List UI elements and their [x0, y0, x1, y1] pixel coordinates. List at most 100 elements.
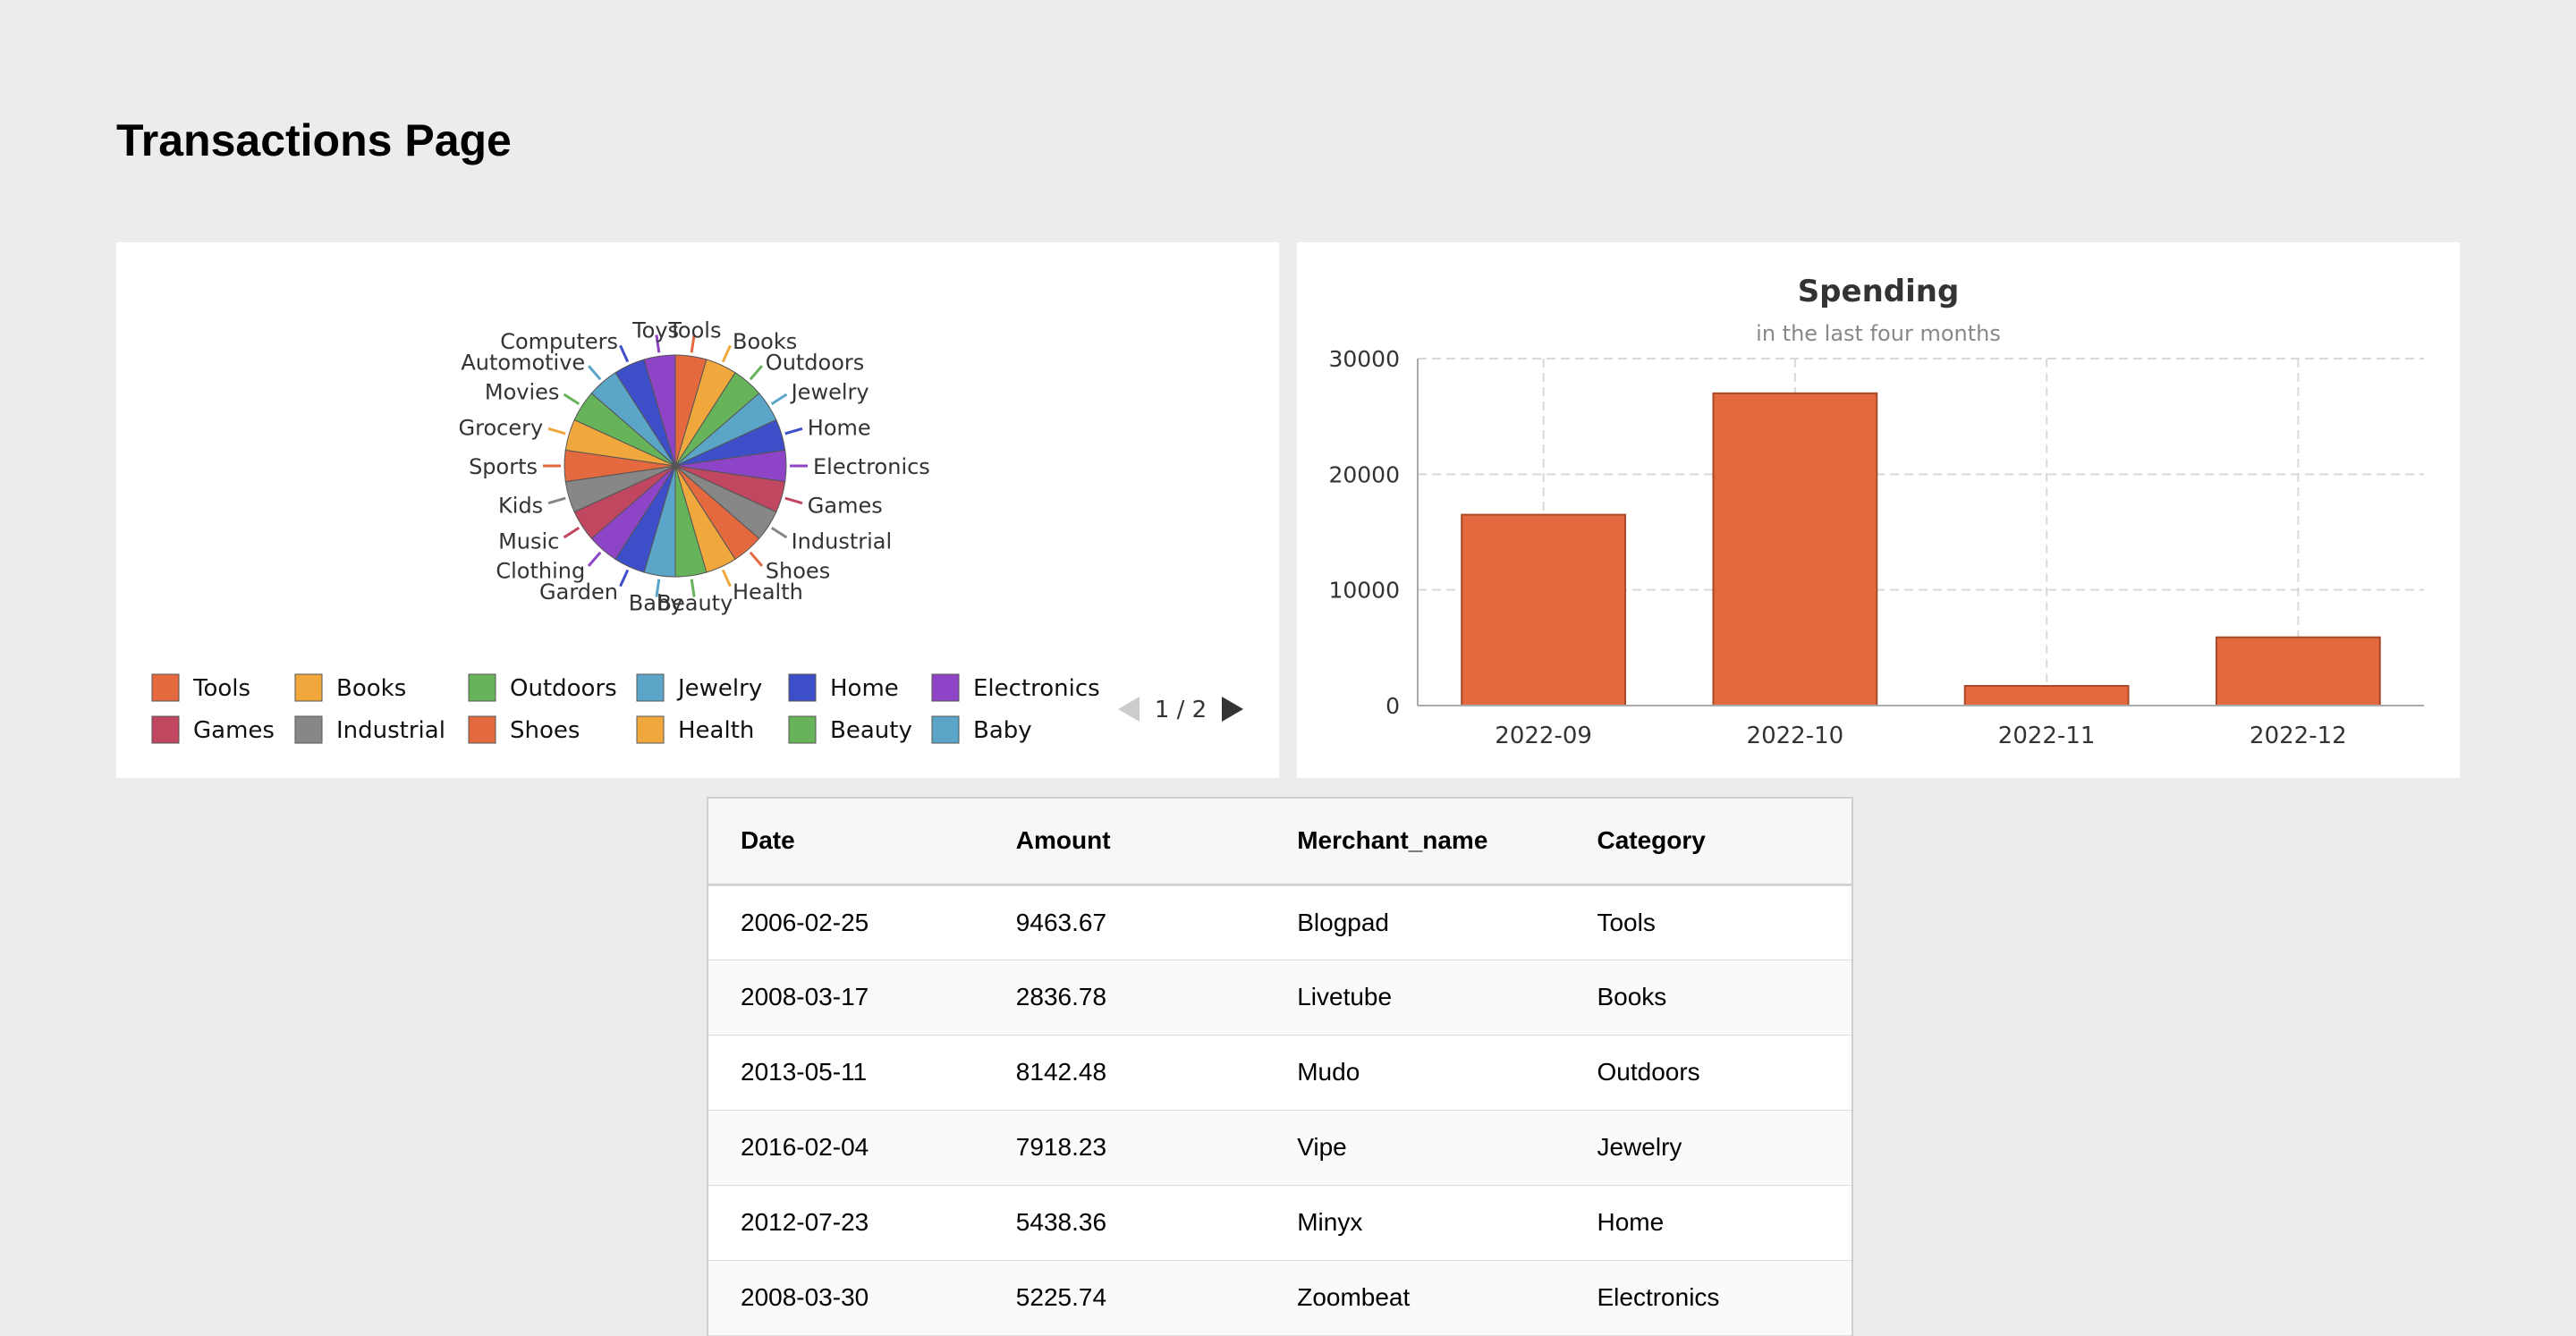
cell-category: Outdoors [1597, 1058, 1700, 1086]
legend-swatch [788, 715, 817, 744]
column-header-amount[interactable]: Amount [983, 799, 1266, 886]
cell-amount: 9463.67 [1015, 908, 1107, 936]
y-tick-label: 10000 [1328, 578, 1400, 604]
chart-title: Spending [1798, 274, 1960, 309]
pie-leader-line [587, 365, 602, 381]
column-header-category[interactable]: Category [1564, 799, 1852, 886]
pie-label-clothing: Clothing [496, 558, 585, 583]
cell-amount: 5438.36 [1015, 1208, 1107, 1236]
legend-item-books[interactable]: Books [294, 673, 406, 702]
x-tick-label: 2022-10 [1747, 723, 1844, 749]
legend-swatch [931, 673, 960, 702]
table-row[interactable]: 2008-03-17 2836.78 Livetube Books [708, 960, 1852, 1035]
cell-merchant: Zoombeat [1297, 1283, 1411, 1311]
category-pie-panel: Tools Books Outdoors Jewelry Home Electronics… [116, 242, 1279, 778]
table-row[interactable]: 2012-07-23 5438.36 Minyx Home [708, 1185, 1852, 1260]
legend-label: Industrial [336, 717, 445, 744]
bar-2022-11[interactable] [1963, 685, 2130, 707]
legend-label: Health [678, 717, 754, 744]
cell-date: 2008-03-17 [741, 983, 869, 1010]
bar-2022-12[interactable] [2215, 636, 2381, 706]
pie-leader-line [547, 427, 566, 435]
pie-label-industrial: Industrial [792, 528, 893, 554]
pie-label-music: Music [498, 528, 559, 554]
column-header-merchant[interactable]: Merchant_name [1265, 799, 1565, 886]
transactions-table: Date Amount Merchant_name Category 2006-… [707, 797, 1853, 1336]
cell-merchant: Vipe [1297, 1133, 1347, 1161]
cell-category: Tools [1597, 908, 1656, 936]
cell-date: 2016-02-04 [741, 1133, 869, 1161]
legend-item-outdoors[interactable]: Outdoors [468, 673, 617, 702]
pie-label-outdoors: Outdoors [766, 351, 864, 376]
legend-item-baby[interactable]: Baby [931, 715, 1032, 744]
bar-2022-10[interactable] [1712, 392, 1878, 707]
legend-item-home[interactable]: Home [788, 673, 899, 702]
cell-merchant: Blogpad [1297, 908, 1389, 936]
pie-leader-line [587, 551, 602, 567]
pie-label-home: Home [808, 416, 871, 441]
pie-label-movies: Movies [485, 380, 560, 405]
table-row[interactable]: 2013-05-11 8142.48 Mudo Outdoors [708, 1035, 1852, 1110]
spending-chart-panel: Spending in the last four months 0 10000 2… [1297, 242, 2460, 778]
pie-leader-line [721, 344, 732, 363]
legend-item-jewelry[interactable]: Jewelry [636, 673, 762, 702]
legend-item-electronics[interactable]: Electronics [931, 673, 1100, 702]
pie-label-baby: Baby [629, 590, 683, 615]
pie-label-computers: Computers [500, 329, 618, 354]
cell-amount: 2836.78 [1015, 983, 1107, 1010]
legend-item-games[interactable]: Games [151, 715, 275, 744]
table-row[interactable]: 2006-02-25 9463.67 Blogpad Tools [708, 884, 1852, 960]
cell-merchant: Mudo [1297, 1058, 1360, 1086]
cell-date: 2008-03-30 [741, 1283, 869, 1311]
cell-category: Books [1597, 983, 1667, 1010]
legend-label: Beauty [830, 717, 912, 744]
pie-label-sports: Sports [469, 454, 538, 479]
chart-subtitle: in the last four months [1756, 321, 2001, 346]
pager-text: 1 / 2 [1155, 697, 1207, 723]
legend-swatch [468, 715, 496, 744]
cell-amount: 8142.48 [1015, 1058, 1107, 1086]
pie-label-toys: Toys [631, 318, 679, 343]
legend-swatch [636, 673, 665, 702]
column-header-date[interactable]: Date [708, 799, 984, 886]
cell-date: 2006-02-25 [741, 908, 869, 936]
pager-prev-icon[interactable] [1118, 697, 1140, 722]
legend-label: Electronics [973, 675, 1100, 702]
legend-swatch [636, 715, 665, 744]
legend-item-shoes[interactable]: Shoes [468, 715, 580, 744]
pie-leader-line [721, 569, 732, 588]
legend-item-tools[interactable]: Tools [151, 673, 250, 702]
pie-leader-line [770, 393, 788, 406]
pie-leader-line [770, 526, 788, 539]
cell-amount: 5225.74 [1015, 1283, 1107, 1311]
legend-item-health[interactable]: Health [636, 715, 754, 744]
y-tick-label: 20000 [1328, 461, 1400, 487]
spending-bar-chart: Spending in the last four months 0 10000 2… [1328, 274, 2424, 749]
pie-leader-line [619, 569, 630, 588]
cell-date: 2012-07-23 [741, 1208, 869, 1236]
legend-label: Games [193, 717, 275, 744]
legend-swatch [788, 673, 817, 702]
cell-category: Home [1597, 1208, 1665, 1236]
x-tick-label: 2022-09 [1495, 723, 1592, 749]
legend-item-beauty[interactable]: Beauty [788, 715, 912, 744]
cell-merchant: Minyx [1297, 1208, 1363, 1236]
table-row[interactable]: 2008-03-30 5225.74 Zoombeat Electronics [708, 1260, 1852, 1335]
pie-leader-line [619, 344, 630, 363]
pie-label-kids: Kids [498, 493, 543, 518]
cell-merchant: Livetube [1297, 983, 1393, 1010]
legend-label: Home [830, 675, 899, 702]
legend-item-industrial[interactable]: Industrial [294, 715, 445, 744]
pie-leader-line [749, 551, 764, 567]
pie-leader-line [784, 496, 803, 505]
table-row[interactable]: 2016-02-04 7918.23 Vipe Jewelry [708, 1110, 1852, 1185]
cell-category: Electronics [1597, 1283, 1720, 1311]
pie-label-jewelry: Jewelry [790, 380, 869, 405]
bar-2022-09[interactable] [1461, 513, 1627, 706]
legend-swatch [931, 715, 960, 744]
pager-next-icon[interactable] [1222, 697, 1243, 722]
cell-date: 2013-05-11 [741, 1058, 868, 1086]
legend-swatch [151, 673, 180, 702]
x-tick-label: 2022-11 [1998, 723, 2096, 749]
legend-label: Jewelry [676, 675, 762, 702]
